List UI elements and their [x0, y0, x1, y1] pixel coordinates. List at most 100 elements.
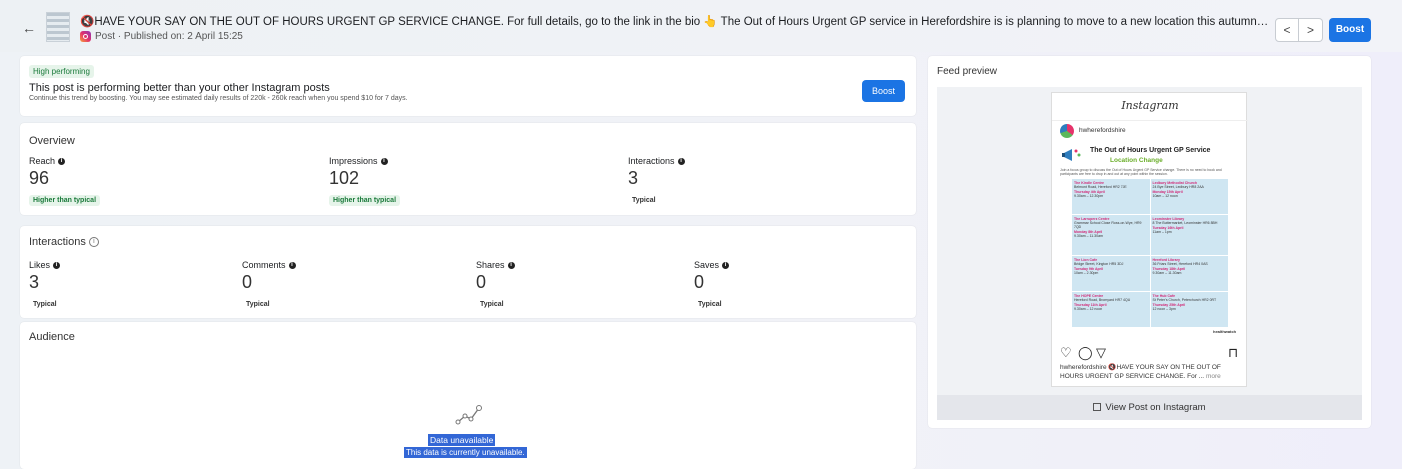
info-icon[interactable]: i — [58, 157, 66, 165]
post-title: 🔇HAVE YOUR SAY ON THE OUT OF HOURS URGEN… — [80, 16, 1270, 28]
venue-cell: The Lion Cafe Bridge Street, Kington HR5 … — [1072, 255, 1150, 291]
audience-card: Audience Data unavailable This data is c… — [20, 322, 916, 469]
venue-time: 11am – 1pm — [1152, 230, 1172, 235]
venue-cell: The HOPE Centre Hereford Road, Bromyard H… — [1072, 291, 1150, 327]
view-post-on-instagram-button[interactable]: View Post on Instagram — [937, 395, 1362, 420]
venue-address: Hereford Road, Bromyard HR7 4QU — [1074, 297, 1131, 302]
caption-user: hwherefordshire — [1060, 364, 1107, 371]
feed-preview-area: Instagram hwherefordshire The Out of Hou… — [937, 87, 1362, 395]
likes-metric: Likes i 3 Typical — [29, 260, 61, 311]
instagram-logo: Instagram — [1052, 99, 1248, 121]
saves-label: Saves — [694, 260, 720, 270]
venue-cell: Hereford Library 36 Friars Street, Herefo… — [1150, 255, 1228, 291]
comment-icon[interactable]: ◯ — [1078, 345, 1093, 361]
impressions-label: Impressions — [329, 156, 378, 166]
venue-grid: The Kindle Centre Belmont Road, Hereford … — [1072, 179, 1228, 327]
overview-title: Overview — [29, 135, 75, 147]
info-icon[interactable]: i — [507, 261, 515, 269]
info-circle-icon[interactable]: i — [88, 237, 99, 247]
audience-title: Audience — [29, 331, 75, 343]
avatar — [1060, 124, 1074, 138]
preview-username: hwherefordshire — [1079, 127, 1126, 134]
healthwatch-logo: healthwatch — [1213, 329, 1237, 334]
post-actions: ♡ ◯ ▽ ⊓ — [1060, 345, 1240, 361]
reach-value: 96 — [29, 168, 50, 188]
venue-address: 36 Friars Street, Hereford HR4 0AS — [1152, 261, 1208, 266]
reach-note: Higher than typical — [29, 195, 101, 206]
external-link-icon — [1093, 403, 1102, 411]
impressions-metric: Impressions i 102 Higher than typical — [329, 156, 401, 207]
likes-label: Likes — [29, 260, 51, 270]
data-unavailable-text: This data is currently unavailable. — [404, 447, 527, 458]
next-post-button[interactable]: > — [1299, 18, 1323, 42]
likes-note: Typical — [33, 301, 57, 308]
instagram-post-preview: Instagram hwherefordshire The Out of Hou… — [1051, 92, 1248, 387]
post-image: The Out of Hours Urgent GP Service Locat… — [1058, 143, 1242, 339]
likes-value: 3 — [29, 272, 40, 292]
venue-address: Bridge Street, Kington HR5 3DJ — [1074, 261, 1124, 266]
interactions-card: Interactions i Likes i 3 Typical Comments… — [20, 226, 916, 318]
venue-address: 24 Bye Street, Ledbury HR8 2AA — [1152, 185, 1204, 189]
reach-metric: Reach i 96 Higher than typical — [29, 156, 101, 207]
venue-time: 9.30am – 12.30pm — [1074, 194, 1104, 198]
venue-address: Grammar School Close Ross-on-Wye, HR9 7Q… — [1074, 221, 1142, 230]
venue-address: 8 The Buttermarket, Leominster HR6 8BH — [1152, 221, 1218, 226]
heart-icon[interactable]: ♡ — [1060, 345, 1072, 361]
venue-cell: The Hub Cafe St Peter's Church, Peterchur… — [1150, 291, 1228, 327]
trend-line-icon — [455, 405, 482, 425]
info-icon[interactable]: i — [677, 157, 685, 165]
view-post-label: View Post on Instagram — [1105, 402, 1206, 413]
impressions-note: Higher than typical — [329, 195, 401, 206]
boost-post-button[interactable]: Boost — [862, 80, 905, 102]
share-icon[interactable]: ▽ — [1096, 345, 1106, 361]
interactions-label: Interactions — [628, 156, 675, 166]
performance-text: Continue this trend by boosting. You may… — [29, 95, 408, 102]
poster-heading: The Out of Hours Urgent GP Service — [1090, 147, 1211, 154]
interactions-value: 3 — [628, 168, 639, 188]
venue-cell: The Larruperz Centre Grammar School Close… — [1072, 215, 1150, 255]
info-icon[interactable]: i — [722, 261, 730, 269]
post-meta: Post · Published on: 2 April 15:25 — [80, 31, 243, 42]
high-performing-badge: High performing — [29, 65, 94, 78]
back-arrow-icon[interactable]: ← — [22, 20, 36, 36]
saves-metric: Saves i 0 Typical — [694, 260, 730, 311]
instagram-icon — [80, 31, 91, 42]
caption-more-link[interactable]: more — [1206, 373, 1221, 380]
venue-address: St Peter's Church, Peterchurch HR2 0RT — [1152, 297, 1217, 302]
megaphone-icon — [1062, 149, 1081, 161]
comments-metric: Comments i 0 Typical — [242, 260, 296, 311]
venue-time: 12 noon – 3pm — [1152, 306, 1176, 311]
interactions-note: Typical — [632, 197, 656, 204]
overview-card: Overview Reach i 96 Higher than typical I… — [20, 123, 916, 215]
impressions-value: 102 — [329, 168, 360, 188]
venue-time: 9.30am – 11.30am — [1074, 234, 1103, 239]
feed-preview-card: Feed preview Instagram hwherefordshire T… — [928, 56, 1371, 428]
shares-metric: Shares i 0 Typical — [476, 260, 515, 311]
boost-header-button[interactable]: Boost — [1329, 18, 1371, 42]
shares-note: Typical — [480, 301, 504, 308]
poster-intro: Join a focus group to discuss the Out of… — [1060, 168, 1222, 176]
bookmark-icon[interactable]: ⊓ — [1228, 345, 1238, 361]
venue-cell: The Kindle Centre Belmont Road, Hereford … — [1072, 179, 1150, 215]
performance-title: This post is performing better than your… — [29, 82, 330, 94]
venue-time: 10am – 12 noon — [1152, 194, 1178, 198]
performance-card: High performing This post is performing … — [20, 56, 916, 116]
interactions-metric: Interactions i 3 Typical — [628, 156, 685, 207]
comments-value: 0 — [242, 272, 253, 292]
venue-address: Belmont Road, Hereford HR2 7JE — [1074, 185, 1127, 189]
poster-subheading: Location Change — [1110, 157, 1163, 164]
venue-time: 9.30am – 11.30am — [1152, 270, 1182, 275]
interactions-title-text: Interactions — [29, 236, 86, 248]
reach-label: Reach — [29, 156, 56, 166]
venue-time: 10am – 2.30pm — [1074, 270, 1099, 275]
shares-value: 0 — [476, 272, 487, 292]
post-header: ← 🔇HAVE YOUR SAY ON THE OUT OF HOURS URG… — [0, 0, 1402, 52]
post-navigation: < > — [1275, 18, 1323, 42]
shares-label: Shares — [476, 260, 505, 270]
saves-note: Typical — [698, 301, 722, 308]
info-icon[interactable]: i — [380, 157, 388, 165]
info-icon[interactable]: i — [53, 261, 61, 269]
comments-note: Typical — [246, 301, 270, 308]
info-icon[interactable]: i — [288, 261, 296, 269]
previous-post-button[interactable]: < — [1275, 18, 1299, 42]
